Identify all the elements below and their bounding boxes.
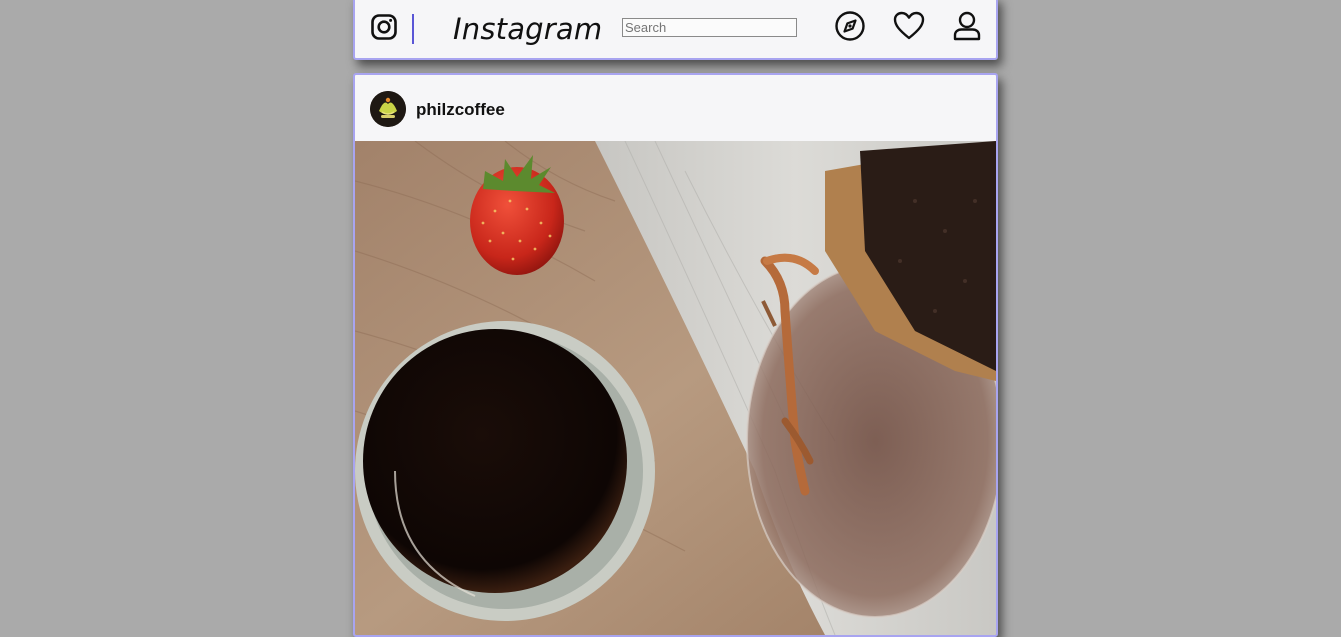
post-card: philzcoffee [353, 73, 998, 637]
profile-icon[interactable] [951, 10, 983, 42]
search-input[interactable] [622, 18, 797, 37]
post-username[interactable]: philzcoffee [416, 100, 505, 120]
post-image[interactable] [355, 141, 996, 635]
brand-title[interactable]: Instagram [453, 12, 602, 46]
philz-coffee-logo-icon [370, 91, 406, 127]
avatar[interactable] [370, 91, 406, 127]
top-navbar: Instagram [353, 0, 998, 60]
navbar-divider [412, 14, 414, 44]
post-header: philzcoffee [355, 75, 996, 141]
instagram-logo-icon[interactable] [371, 14, 397, 40]
explore-compass-icon[interactable] [834, 10, 866, 42]
heart-icon[interactable] [893, 10, 925, 42]
